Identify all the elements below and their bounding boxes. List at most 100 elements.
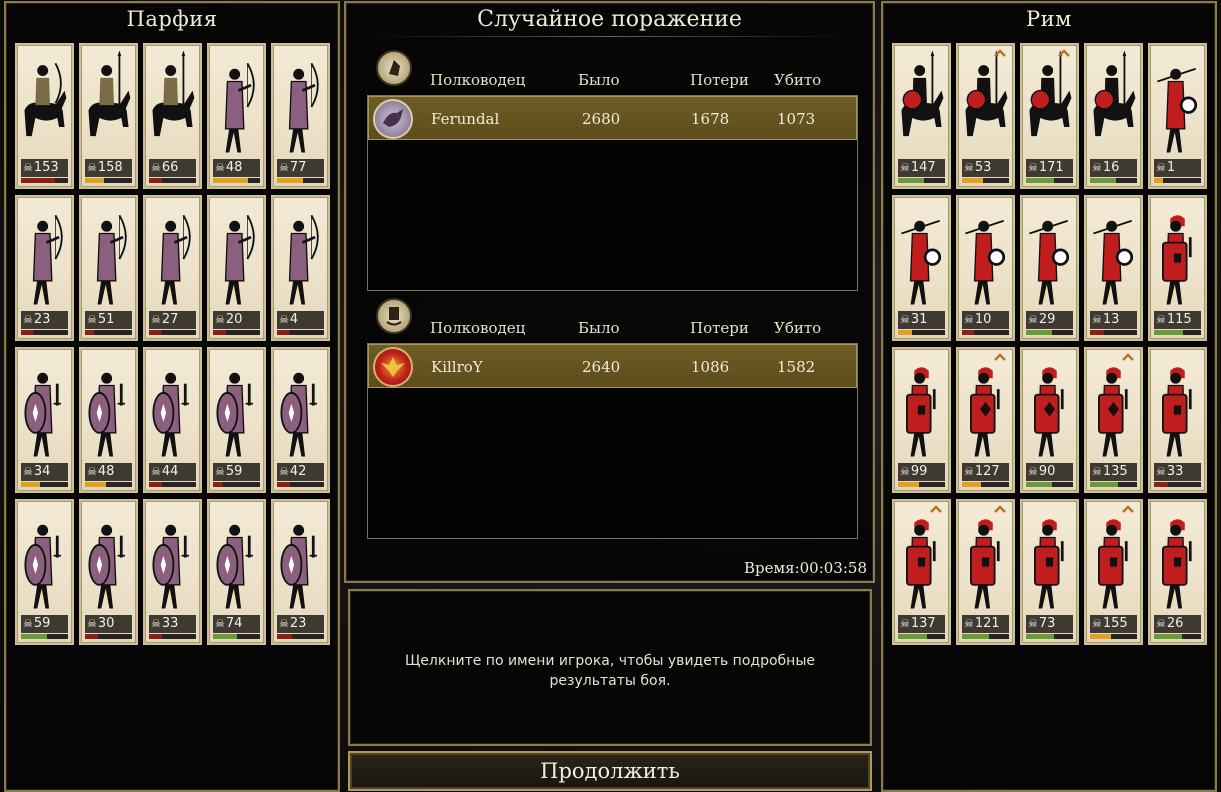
left-unit-card[interactable]: ☠74 — [207, 499, 266, 645]
unit-count-value: 29 — [1038, 312, 1056, 327]
unit-health-bar — [898, 482, 945, 487]
unit-count: ☠53 — [962, 159, 1009, 177]
left-unit-card[interactable]: ☠23 — [271, 499, 330, 645]
skull-icon: ☠ — [23, 161, 33, 174]
unit-health-bar — [1090, 330, 1137, 335]
unit-count: ☠171 — [1026, 159, 1073, 177]
right-unit-card[interactable]: ☠147 — [892, 43, 951, 189]
player-row-killroy[interactable]: KillroY 2640 1086 1582 — [368, 344, 857, 388]
left-unit-card[interactable]: ☠33 — [143, 499, 202, 645]
unit-health-fill — [277, 634, 293, 639]
legionary-unit-icon — [970, 519, 1000, 609]
right-unit-card[interactable]: ☠33 — [1148, 347, 1207, 493]
right-unit-card[interactable]: ☠155 — [1084, 499, 1143, 645]
archer-unit-icon — [224, 62, 255, 153]
unit-count-value: 171 — [1038, 160, 1064, 175]
skull-icon: ☠ — [1156, 617, 1166, 630]
right-unit-card[interactable]: ☠73 — [1020, 499, 1079, 645]
unit-count-value: 59 — [225, 464, 243, 479]
unit-count-value: 153 — [33, 160, 59, 175]
unit-health-bar — [149, 634, 196, 639]
unit-health-bar — [1154, 482, 1201, 487]
left-unit-card[interactable]: ☠20 — [207, 195, 266, 341]
right-unit-card[interactable]: ☠29 — [1020, 195, 1079, 341]
right-unit-card[interactable]: ☠10 — [956, 195, 1015, 341]
legionary-eagle-unit-icon — [970, 367, 1000, 457]
left-unit-card[interactable]: ☠59 — [207, 347, 266, 493]
skull-icon: ☠ — [964, 161, 974, 174]
general-cavalry-unit-icon — [901, 50, 944, 137]
left-unit-card[interactable]: ☠51 — [79, 195, 138, 341]
unit-count: ☠23 — [21, 311, 68, 329]
player-name[interactable]: KillroY — [431, 358, 483, 376]
right-unit-card[interactable]: ☠127 — [956, 347, 1015, 493]
left-unit-card[interactable]: ☠27 — [143, 195, 202, 341]
unit-count: ☠59 — [21, 615, 68, 633]
player-killed: 1073 — [777, 110, 816, 128]
unit-health-bar — [1090, 178, 1137, 183]
right-unit-card[interactable]: ☠171 — [1020, 43, 1079, 189]
continue-button[interactable]: Продолжить — [348, 751, 872, 791]
left-unit-card[interactable]: ☠48 — [207, 43, 266, 189]
skull-icon: ☠ — [215, 465, 225, 478]
left-unit-card[interactable]: ☠30 — [79, 499, 138, 645]
unit-health-bar — [277, 634, 324, 639]
cavalry-unit-icon — [965, 50, 1008, 137]
unit-health-fill — [962, 330, 974, 335]
unit-health-fill — [213, 634, 238, 639]
unit-count-value: 74 — [225, 616, 243, 631]
skirmisher-unit-icon — [901, 219, 942, 305]
legionary-unit-icon — [1098, 519, 1128, 609]
unit-count-value: 4 — [289, 312, 299, 327]
left-unit-card[interactable]: ☠48 — [79, 347, 138, 493]
right-unit-card[interactable]: ☠1 — [1148, 43, 1207, 189]
left-unit-card[interactable]: ☠42 — [271, 347, 330, 493]
unit-count: ☠90 — [1026, 463, 1073, 481]
unit-count: ☠153 — [21, 159, 68, 177]
right-unit-card[interactable]: ☠16 — [1084, 43, 1143, 189]
unit-count-value: 147 — [910, 160, 936, 175]
unit-count-value: 66 — [161, 160, 179, 175]
skull-icon: ☠ — [1156, 465, 1166, 478]
col-header-losses: Потери — [690, 319, 749, 337]
right-unit-card[interactable]: ☠99 — [892, 347, 951, 493]
archer-unit-icon — [288, 214, 319, 305]
unit-health-bar — [21, 482, 68, 487]
right-unit-card[interactable]: ☠115 — [1148, 195, 1207, 341]
right-unit-card[interactable]: ☠135 — [1084, 347, 1143, 493]
right-unit-card[interactable]: ☠53 — [956, 43, 1015, 189]
left-army-panel: Парфия ☠153 ☠158 ☠66 ☠48 ☠77 ☠23 ☠51 ☠27 ☠20 ☠4 ☠3… — [4, 1, 340, 792]
player-killed: 1582 — [777, 358, 816, 376]
player-name[interactable]: Ferundal — [431, 110, 499, 128]
left-unit-card[interactable]: ☠44 — [143, 347, 202, 493]
left-unit-card[interactable]: ☠34 — [15, 347, 74, 493]
right-unit-card[interactable]: ☠13 — [1084, 195, 1143, 341]
skull-icon: ☠ — [900, 617, 910, 630]
right-unit-card[interactable]: ☠90 — [1020, 347, 1079, 493]
right-unit-card[interactable]: ☠26 — [1148, 499, 1207, 645]
left-unit-card[interactable]: ☠66 — [143, 43, 202, 189]
left-unit-card[interactable]: ☠158 — [79, 43, 138, 189]
unit-count: ☠13 — [1090, 311, 1137, 329]
player-row-ferundal[interactable]: Ferundal 2680 1678 1073 — [368, 96, 857, 140]
left-unit-card[interactable]: ☠59 — [15, 499, 74, 645]
left-unit-card[interactable]: ☠153 — [15, 43, 74, 189]
right-unit-card[interactable]: ☠31 — [892, 195, 951, 341]
skull-icon: ☠ — [151, 313, 161, 326]
left-unit-card[interactable]: ☠4 — [271, 195, 330, 341]
left-unit-card[interactable]: ☠77 — [271, 43, 330, 189]
skirmisher-unit-icon — [1157, 67, 1198, 153]
left-unit-card[interactable]: ☠23 — [15, 195, 74, 341]
unit-count-value: 13 — [1102, 312, 1120, 327]
unit-count-value: 26 — [1166, 616, 1184, 631]
skull-icon: ☠ — [87, 313, 97, 326]
legionary-unit-icon — [1162, 519, 1192, 609]
right-unit-card[interactable]: ☠137 — [892, 499, 951, 645]
unit-count: ☠26 — [1154, 615, 1201, 633]
battle-time: Время:00:03:58 — [743, 559, 867, 577]
title-divider — [368, 36, 851, 37]
right-unit-card[interactable]: ☠121 — [956, 499, 1015, 645]
unit-health-fill — [1154, 482, 1169, 487]
info-panel: Щелкните по имени игрока, чтобы увидеть … — [348, 589, 872, 746]
col-header-was: Было — [578, 319, 620, 337]
